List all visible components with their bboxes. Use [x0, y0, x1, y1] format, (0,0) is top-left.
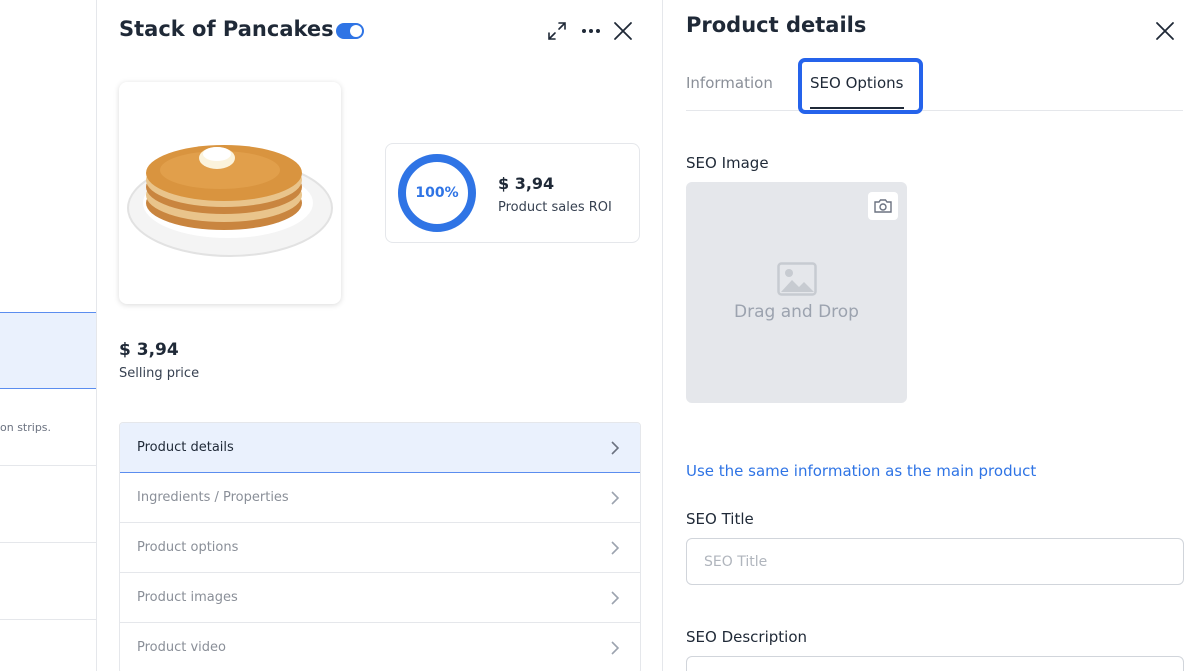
active-tab-indicator	[810, 107, 904, 109]
camera-icon[interactable]	[868, 192, 898, 220]
toggle-knob	[350, 25, 362, 37]
menu-item-label: Product video	[137, 640, 227, 655]
roi-card: 100% $ 3,94 Product sales ROI	[385, 143, 640, 243]
roi-percent: 100%	[415, 185, 459, 201]
menu-item-product-video[interactable]: Product video	[120, 623, 640, 671]
product-active-toggle[interactable]	[336, 23, 364, 39]
product-panel: Stack of Pancakes 100% $ 3,94 Product sa…	[96, 0, 662, 671]
more-icon[interactable]	[578, 18, 604, 44]
product-menu: Product details Ingredients / Properties…	[119, 422, 641, 671]
product-image[interactable]	[119, 82, 341, 304]
menu-item-label: Product options	[137, 540, 239, 555]
menu-item-product-details[interactable]: Product details	[120, 423, 640, 473]
menu-item-ingredients[interactable]: Ingredients / Properties	[120, 473, 640, 523]
roi-label: Product sales ROI	[498, 200, 612, 215]
close-icon[interactable]	[610, 18, 636, 44]
selling-price-label: Selling price	[119, 366, 200, 381]
seo-image-label: SEO Image	[686, 154, 769, 172]
background-selected-row	[0, 312, 96, 389]
product-title: Stack of Pancakes	[119, 17, 334, 41]
chevron-right-icon	[611, 591, 620, 605]
roi-value: $ 3,94	[498, 174, 555, 193]
tabs-divider	[686, 110, 1183, 111]
image-icon	[777, 262, 817, 296]
menu-item-product-options[interactable]: Product options	[120, 523, 640, 573]
seo-image-dropzone[interactable]: Drag and Drop	[686, 182, 907, 403]
chevron-right-icon	[611, 541, 620, 555]
pancakes-image	[127, 145, 333, 257]
tab-information[interactable]: Information	[686, 74, 773, 92]
background-divider	[0, 465, 96, 466]
drag-drop-text: Drag and Drop	[734, 302, 859, 322]
seo-title-label: SEO Title	[686, 510, 754, 528]
use-same-info-link[interactable]: Use the same information as the main pro…	[686, 462, 1036, 480]
background-divider	[0, 542, 96, 543]
selling-price: $ 3,94	[119, 340, 179, 360]
background-divider	[0, 619, 96, 620]
menu-item-label: Product images	[137, 590, 238, 605]
details-panel: Product details Information SEO Options …	[662, 0, 1200, 671]
details-title: Product details	[686, 13, 867, 37]
roi-progress-ring: 100%	[398, 154, 476, 232]
seo-description-input[interactable]	[686, 656, 1184, 671]
chevron-right-icon	[611, 441, 620, 455]
background-text: on strips.	[0, 421, 52, 434]
tab-seo-options[interactable]: SEO Options	[810, 74, 903, 92]
chevron-right-icon	[611, 491, 620, 505]
menu-item-label: Ingredients / Properties	[137, 490, 289, 505]
menu-item-label: Product details	[137, 440, 234, 455]
seo-description-label: SEO Description	[686, 628, 808, 646]
menu-item-product-images[interactable]: Product images	[120, 573, 640, 623]
chevron-right-icon	[611, 641, 620, 655]
expand-icon[interactable]	[544, 18, 570, 44]
seo-title-input[interactable]	[686, 538, 1184, 585]
close-icon[interactable]	[1152, 18, 1178, 44]
